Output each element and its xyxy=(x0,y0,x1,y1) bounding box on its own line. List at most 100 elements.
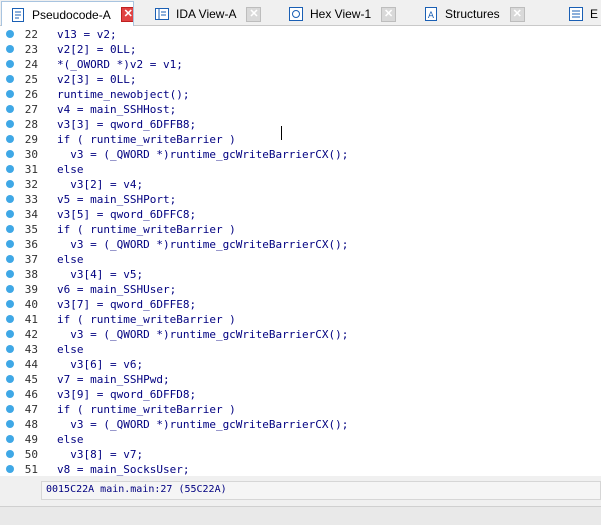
code-line[interactable]: 30 v3 = (_QWORD *)runtime_gcWriteBarrier… xyxy=(0,147,601,162)
breakpoint-dot-icon[interactable] xyxy=(6,420,14,428)
tab-hex-view-1[interactable]: Hex View-1 ✕ xyxy=(280,2,408,26)
code-text[interactable]: if ( runtime_writeBarrier ) xyxy=(57,222,236,237)
breakpoint-dot-icon[interactable] xyxy=(6,165,14,173)
code-text[interactable]: else xyxy=(57,432,84,447)
breakpoint-dot-icon[interactable] xyxy=(6,45,14,53)
code-text[interactable]: v5 = main_SSHPort; xyxy=(57,192,176,207)
breakpoint-dot-icon[interactable] xyxy=(6,75,14,83)
code-text[interactable]: v3 = (_QWORD *)runtime_gcWriteBarrierCX(… xyxy=(57,417,348,432)
breakpoint-dot-icon[interactable] xyxy=(6,270,14,278)
code-line[interactable]: 41 if ( runtime_writeBarrier ) xyxy=(0,312,601,327)
code-line[interactable]: 28 v3[3] = qword_6DFFB8; xyxy=(0,117,601,132)
code-text[interactable]: v8 = main_SocksUser; xyxy=(57,462,189,476)
code-line[interactable]: 34 v3[5] = qword_6DFFC8; xyxy=(0,207,601,222)
breakpoint-dot-icon[interactable] xyxy=(6,30,14,38)
breakpoint-dot-icon[interactable] xyxy=(6,435,14,443)
code-line[interactable]: 29 if ( runtime_writeBarrier ) xyxy=(0,132,601,147)
breakpoint-dot-icon[interactable] xyxy=(6,105,14,113)
code-line[interactable]: 26 runtime_newobject(); xyxy=(0,87,601,102)
code-text[interactable]: v3[5] = qword_6DFFC8; xyxy=(57,207,196,222)
code-text[interactable]: v3[7] = qword_6DFFE8; xyxy=(57,297,196,312)
code-line[interactable]: 32 v3[2] = v4; xyxy=(0,177,601,192)
code-text[interactable]: v2[3] = 0LL; xyxy=(57,72,136,87)
code-line[interactable]: 33 v5 = main_SSHPort; xyxy=(0,192,601,207)
code-text[interactable]: if ( runtime_writeBarrier ) xyxy=(57,312,236,327)
breakpoint-dot-icon[interactable] xyxy=(6,180,14,188)
code-line[interactable]: 47 if ( runtime_writeBarrier ) xyxy=(0,402,601,417)
tab-ida-view-a[interactable]: IDA View-A ✕ xyxy=(146,2,272,26)
code-line[interactable]: 51 v8 = main_SocksUser; xyxy=(0,462,601,476)
breakpoint-dot-icon[interactable] xyxy=(6,225,14,233)
code-text[interactable]: if ( runtime_writeBarrier ) xyxy=(57,132,236,147)
code-line[interactable]: 22 v13 = v2; xyxy=(0,27,601,42)
close-icon[interactable]: ✕ xyxy=(246,6,262,22)
code-text[interactable]: v7 = main_SSHPwd; xyxy=(57,372,170,387)
code-line[interactable]: 44 v3[6] = v6; xyxy=(0,357,601,372)
code-text[interactable]: v4 = main_SSHHost; xyxy=(57,102,176,117)
code-line[interactable]: 45 v7 = main_SSHPwd; xyxy=(0,372,601,387)
code-text[interactable]: v2[2] = 0LL; xyxy=(57,42,136,57)
tab-structures[interactable]: A Structures ✕ xyxy=(415,2,553,26)
breakpoint-dot-icon[interactable] xyxy=(6,60,14,68)
breakpoint-dot-icon[interactable] xyxy=(6,315,14,323)
code-text[interactable]: else xyxy=(57,342,84,357)
code-text[interactable]: else xyxy=(57,162,84,177)
breakpoint-dot-icon[interactable] xyxy=(6,465,14,473)
code-line[interactable]: 46 v3[9] = qword_6DFFD8; xyxy=(0,387,601,402)
code-text[interactable]: v3[9] = qword_6DFFD8; xyxy=(57,387,196,402)
breakpoint-dot-icon[interactable] xyxy=(6,135,14,143)
breakpoint-dot-icon[interactable] xyxy=(6,330,14,338)
code-text[interactable]: v3 = (_QWORD *)runtime_gcWriteBarrierCX(… xyxy=(57,327,348,342)
breakpoint-dot-icon[interactable] xyxy=(6,450,14,458)
breakpoint-dot-icon[interactable] xyxy=(6,240,14,248)
tab-pseudocode-a[interactable]: Pseudocode-A ✕ xyxy=(1,1,134,27)
code-line[interactable]: 37 else xyxy=(0,252,601,267)
code-text[interactable]: v3[8] = v7; xyxy=(57,447,143,462)
code-text[interactable]: v3[6] = v6; xyxy=(57,357,143,372)
breakpoint-dot-icon[interactable] xyxy=(6,210,14,218)
code-line[interactable]: 49 else xyxy=(0,432,601,447)
breakpoint-dot-icon[interactable] xyxy=(6,120,14,128)
breakpoint-dot-icon[interactable] xyxy=(6,375,14,383)
code-text[interactable]: *(_OWORD *)v2 = v1; xyxy=(57,57,183,72)
breakpoint-dot-icon[interactable] xyxy=(6,255,14,263)
code-line[interactable]: 31 else xyxy=(0,162,601,177)
code-text[interactable]: v3 = (_QWORD *)runtime_gcWriteBarrierCX(… xyxy=(57,237,348,252)
breakpoint-dot-icon[interactable] xyxy=(6,150,14,158)
code-text[interactable]: runtime_newobject(); xyxy=(57,87,189,102)
code-line[interactable]: 36 v3 = (_QWORD *)runtime_gcWriteBarrier… xyxy=(0,237,601,252)
breakpoint-dot-icon[interactable] xyxy=(6,195,14,203)
code-text[interactable]: v3[2] = v4; xyxy=(57,177,143,192)
code-line[interactable]: 48 v3 = (_QWORD *)runtime_gcWriteBarrier… xyxy=(0,417,601,432)
code-text[interactable]: v6 = main_SSHUser; xyxy=(57,282,176,297)
breakpoint-dot-icon[interactable] xyxy=(6,285,14,293)
breakpoint-dot-icon[interactable] xyxy=(6,405,14,413)
code-line[interactable]: 42 v3 = (_QWORD *)runtime_gcWriteBarrier… xyxy=(0,327,601,342)
breakpoint-dot-icon[interactable] xyxy=(6,390,14,398)
code-line[interactable]: 43 else xyxy=(0,342,601,357)
code-line[interactable]: 39 v6 = main_SSHUser; xyxy=(0,282,601,297)
code-line[interactable]: 40 v3[7] = qword_6DFFE8; xyxy=(0,297,601,312)
close-icon[interactable]: ✕ xyxy=(381,6,397,22)
code-line[interactable]: 50 v3[8] = v7; xyxy=(0,447,601,462)
code-line[interactable]: 38 v3[4] = v5; xyxy=(0,267,601,282)
code-text[interactable]: else xyxy=(57,252,84,267)
breakpoint-dot-icon[interactable] xyxy=(6,90,14,98)
code-line[interactable]: 25 v2[3] = 0LL; xyxy=(0,72,601,87)
code-line[interactable]: 27 v4 = main_SSHHost; xyxy=(0,102,601,117)
code-text[interactable]: v13 = v2; xyxy=(57,27,117,42)
code-line[interactable]: 23 v2[2] = 0LL; xyxy=(0,42,601,57)
pseudocode-editor[interactable]: 22 v13 = v2; 23 v2[2] = 0LL; 24 *(_OWORD *)v2… xyxy=(0,26,601,476)
breakpoint-dot-icon[interactable] xyxy=(6,360,14,368)
code-text[interactable]: v3 = (_QWORD *)runtime_gcWriteBarrierCX(… xyxy=(57,147,348,162)
code-line[interactable]: 35 if ( runtime_writeBarrier ) xyxy=(0,222,601,237)
code-text[interactable]: v3[4] = v5; xyxy=(57,267,143,282)
close-icon[interactable]: ✕ xyxy=(509,6,525,22)
tab-enums[interactable]: E xyxy=(560,2,601,26)
breakpoint-dot-icon[interactable] xyxy=(6,300,14,308)
code-text[interactable]: if ( runtime_writeBarrier ) xyxy=(57,402,236,417)
breakpoint-dot-icon[interactable] xyxy=(6,345,14,353)
code-line[interactable]: 24 *(_OWORD *)v2 = v1; xyxy=(0,57,601,72)
code-text[interactable]: v3[3] = qword_6DFFB8; xyxy=(57,117,196,132)
close-icon[interactable]: ✕ xyxy=(120,7,133,22)
